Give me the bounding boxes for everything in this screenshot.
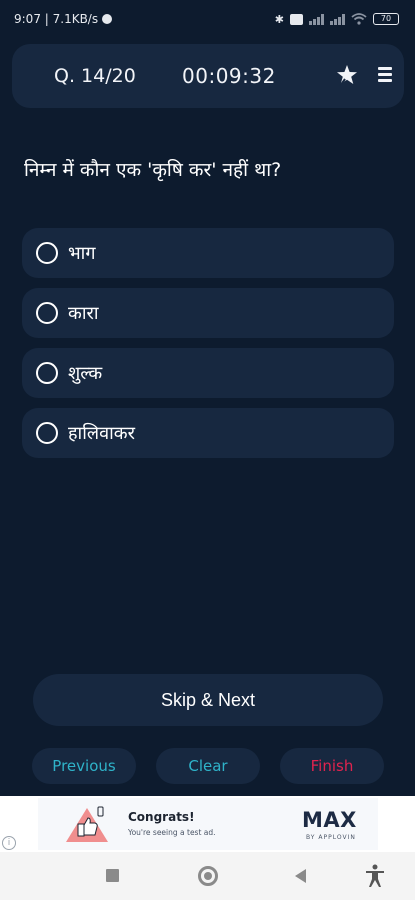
- skip-next-button[interactable]: Skip & Next: [33, 674, 383, 726]
- question-text: निम्न में कौन एक 'कृषि कर' नहीं था?: [24, 159, 282, 181]
- menu-icon[interactable]: [378, 67, 392, 83]
- status-bar: 9:07 | 7.1KB/s ✱ 70: [0, 0, 415, 38]
- ad-content[interactable]: Congrats! You're seeing a test ad. MAX B…: [38, 798, 378, 850]
- bluetooth-icon: ✱: [274, 12, 284, 26]
- home-icon[interactable]: [198, 866, 218, 886]
- accessibility-icon[interactable]: [364, 864, 386, 888]
- status-right: ✱ 70: [275, 13, 399, 26]
- radio-icon[interactable]: [36, 242, 58, 264]
- option-2[interactable]: कारा: [22, 288, 394, 338]
- ad-banner[interactable]: i Congrats! You're seeing a test ad. MAX…: [0, 796, 415, 852]
- star-pin-icon[interactable]: [334, 62, 360, 88]
- ad-title: Congrats!: [128, 810, 195, 824]
- recents-icon[interactable]: [106, 869, 119, 882]
- ad-brand-sub: BY APPLOVIN: [306, 834, 356, 841]
- option-4[interactable]: हालिवाकर: [22, 408, 394, 458]
- option-label: शुल्क: [68, 363, 103, 384]
- status-left: 9:07 | 7.1KB/s: [14, 12, 113, 26]
- thumbs-up-icon: [66, 806, 108, 842]
- quiz-timer: 00:09:32: [182, 64, 276, 88]
- signal-2-icon: [330, 13, 345, 25]
- back-icon[interactable]: [295, 869, 306, 883]
- options-list: भाग कारा शुल्क हालिवाकर: [22, 228, 394, 468]
- battery-icon: 70: [373, 13, 399, 25]
- option-3[interactable]: शुल्क: [22, 348, 394, 398]
- sim-icon: [290, 13, 303, 25]
- finish-button[interactable]: Finish: [280, 748, 384, 784]
- clear-button[interactable]: Clear: [156, 748, 260, 784]
- previous-button[interactable]: Previous: [32, 748, 136, 784]
- quiz-header: Q. 14/20 00:09:32: [12, 44, 404, 108]
- option-label: कारा: [68, 303, 99, 324]
- option-1[interactable]: भाग: [22, 228, 394, 278]
- bottom-actions: Previous Clear Finish: [0, 748, 415, 784]
- ad-info-icon[interactable]: i: [2, 836, 16, 850]
- status-time-speed: 9:07 | 7.1KB/s: [14, 12, 99, 26]
- wifi-icon: [351, 13, 367, 25]
- notification-icon: [102, 14, 113, 24]
- radio-icon[interactable]: [36, 302, 58, 324]
- question-counter: Q. 14/20: [54, 65, 136, 87]
- ad-subtitle: You're seeing a test ad.: [128, 828, 216, 837]
- system-nav-bar: [0, 852, 415, 900]
- option-label: भाग: [68, 243, 96, 264]
- ad-brand: MAX: [302, 808, 357, 832]
- radio-icon[interactable]: [36, 362, 58, 384]
- radio-icon[interactable]: [36, 422, 58, 444]
- signal-icon: [309, 13, 324, 25]
- option-label: हालिवाकर: [68, 423, 135, 444]
